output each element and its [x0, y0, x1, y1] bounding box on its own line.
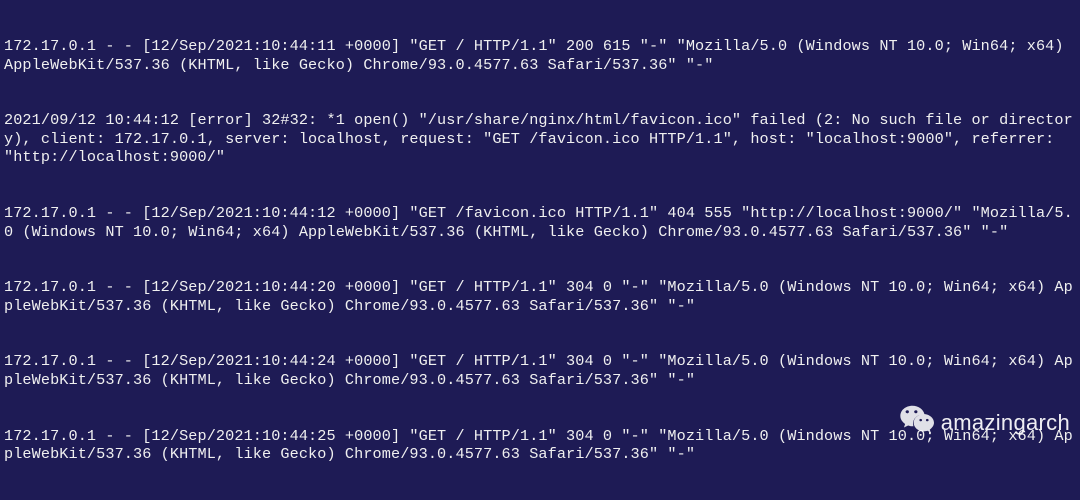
log-line: 172.17.0.1 - - [12/Sep/2021:10:44:11 +00…	[4, 37, 1080, 74]
terminal-output[interactable]: 172.17.0.1 - - [12/Sep/2021:10:44:11 +00…	[0, 0, 1080, 500]
log-line: 172.17.0.1 - - [12/Sep/2021:10:44:25 +00…	[4, 427, 1080, 464]
log-line: 172.17.0.1 - - [12/Sep/2021:10:44:24 +00…	[4, 352, 1080, 389]
log-line: 172.17.0.1 - - [12/Sep/2021:10:44:12 +00…	[4, 204, 1080, 241]
log-line: 172.17.0.1 - - [12/Sep/2021:10:44:20 +00…	[4, 278, 1080, 315]
log-line: 2021/09/12 10:44:12 [error] 32#32: *1 op…	[4, 111, 1080, 167]
